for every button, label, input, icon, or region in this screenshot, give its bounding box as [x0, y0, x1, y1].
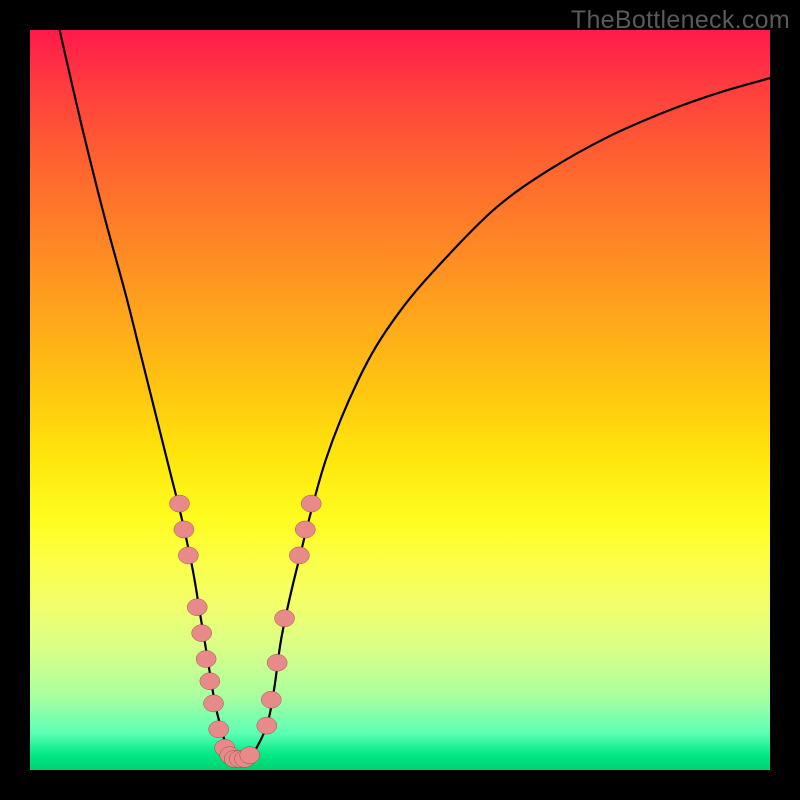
marker-dot — [301, 495, 321, 512]
bottleneck-chart: TheBottleneck.com — [0, 0, 800, 800]
marker-dot — [289, 547, 309, 564]
plot-area — [30, 30, 770, 770]
marker-dot — [178, 547, 198, 564]
marker-dot — [174, 521, 194, 538]
marker-dot — [261, 691, 281, 708]
marker-dot — [187, 599, 207, 616]
marker-dot — [169, 495, 189, 512]
marker-dot — [267, 654, 287, 671]
marker-dot — [204, 695, 224, 712]
marker-dot — [192, 625, 212, 642]
marker-dot — [295, 521, 315, 538]
marker-dot — [275, 610, 295, 627]
marker-dot — [209, 721, 229, 738]
marker-dot — [200, 673, 220, 690]
bottleneck-curve-path — [60, 30, 770, 759]
marker-dot — [240, 747, 260, 764]
marker-dots — [169, 495, 321, 767]
watermark-text: TheBottleneck.com — [571, 6, 790, 35]
marker-dot — [257, 717, 277, 734]
curve-layer — [30, 30, 770, 770]
marker-dot — [196, 651, 216, 668]
